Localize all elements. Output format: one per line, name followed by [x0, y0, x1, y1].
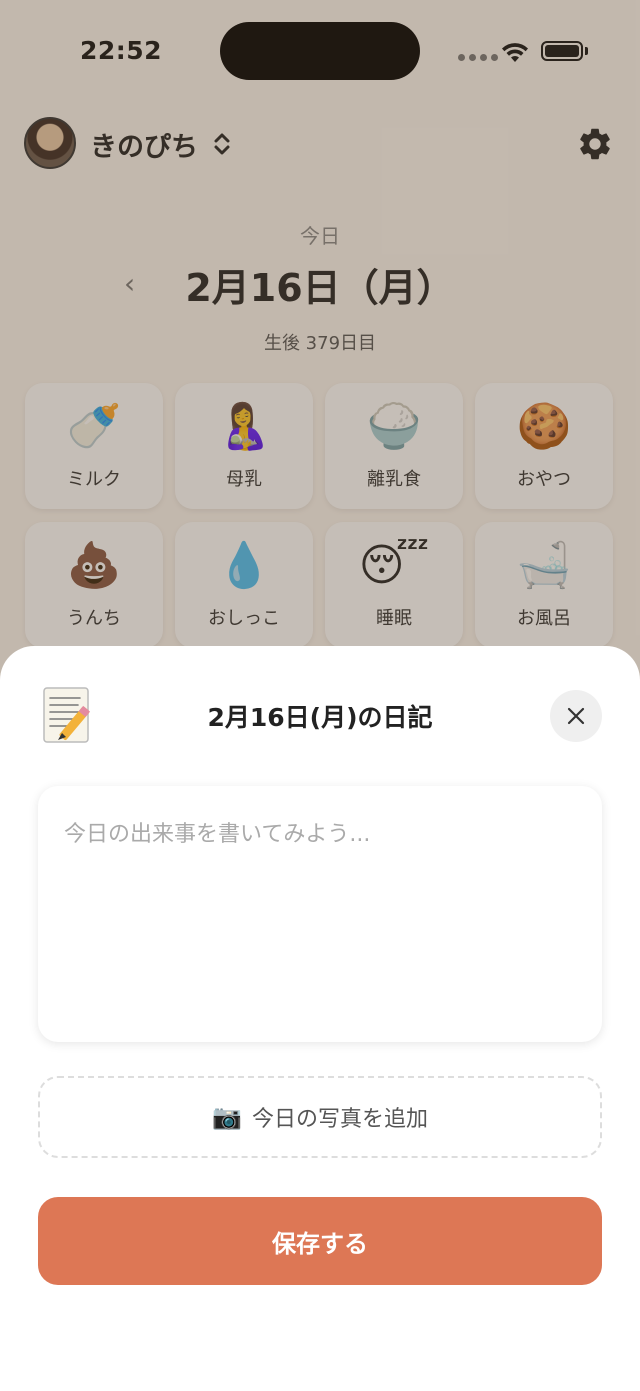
save-button-label: 保存する [272, 1230, 368, 1258]
add-photo-label: 今日の写真を追加 [251, 1107, 428, 1132]
close-icon [567, 707, 585, 725]
camera-icon: 📷 [212, 1103, 242, 1131]
save-button[interactable]: 保存する [38, 1197, 602, 1285]
add-photo-button[interactable]: 📷 今日の写真を追加 [38, 1076, 602, 1158]
diary-sheet: 2月16日(月)の日記 📷 今日の写真を追加 保存する [0, 646, 640, 1391]
sheet-title: 2月16日(月)の日記 [207, 703, 433, 732]
close-button[interactable] [550, 690, 602, 742]
diary-text-input[interactable] [38, 786, 602, 1042]
